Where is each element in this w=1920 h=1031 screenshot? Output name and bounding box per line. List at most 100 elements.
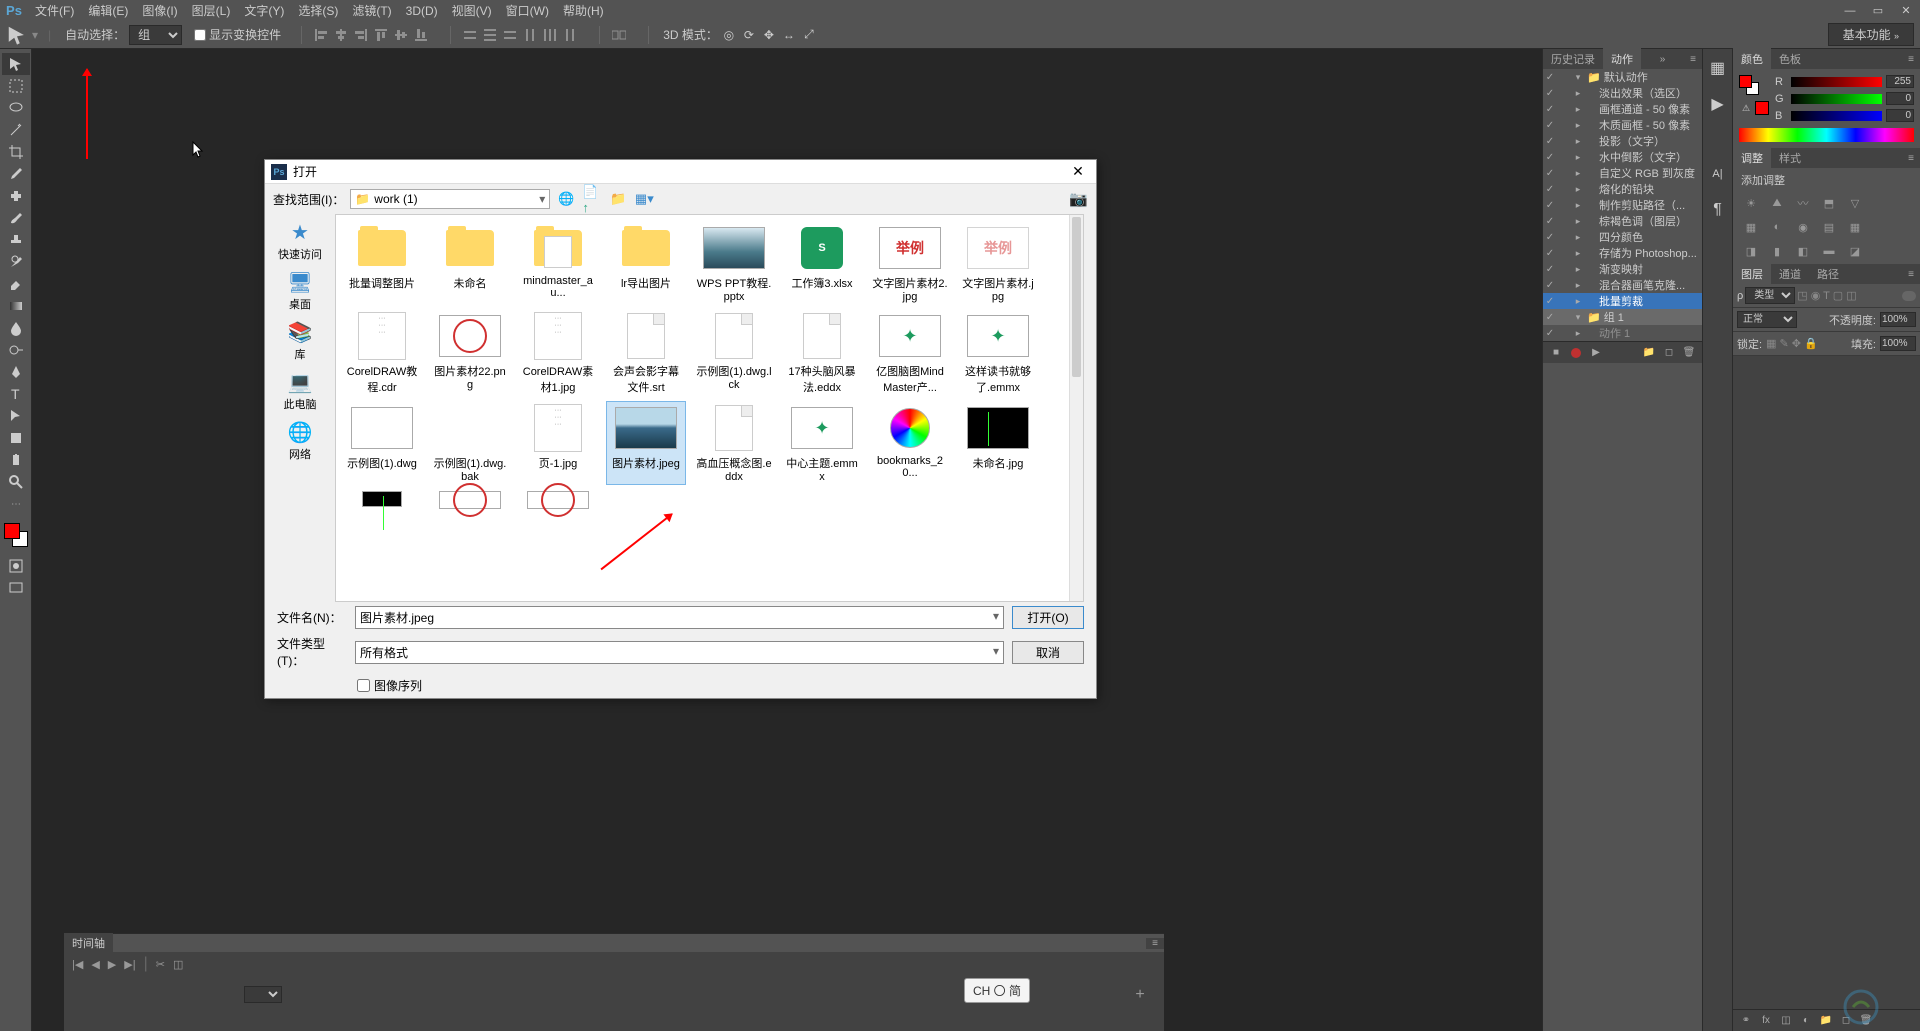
action-row[interactable]: ✓▸混合器画笔克隆... (1543, 277, 1702, 293)
file-scrollbar[interactable] (1069, 215, 1083, 601)
layers-empty-area[interactable] (1733, 356, 1920, 1009)
blend-mode[interactable]: 正常 (1737, 311, 1797, 328)
file-item[interactable]: mindmaster_au... (518, 221, 598, 305)
actions-dropdown-icon[interactable]: » (1654, 54, 1672, 65)
screenmode-tool[interactable] (2, 577, 30, 599)
dist-5[interactable] (541, 26, 559, 44)
open-button[interactable]: 打开(O) (1012, 606, 1084, 629)
adj-hue-icon[interactable]: ▦ (1741, 218, 1761, 236)
align-bottom[interactable] (412, 26, 430, 44)
action-row[interactable]: ✓▸四分颜色 (1543, 229, 1702, 245)
sidebar-quickaccess[interactable]: ★快速访问 (278, 220, 322, 262)
hand-tool[interactable] (2, 449, 30, 471)
dist-4[interactable] (521, 26, 539, 44)
actions-list[interactable]: ✓▾📁 默认动作✓▸淡出效果（选区）✓▸画框通道 - 50 像素✓▸木质画框 -… (1543, 69, 1702, 341)
b-value[interactable] (1886, 109, 1914, 122)
strip-play-icon[interactable]: ▶ (1707, 93, 1729, 115)
layers-menu-icon[interactable]: ≡ (1902, 269, 1920, 280)
adj-gradmap-icon[interactable]: ▬ (1819, 242, 1839, 260)
lasso-tool[interactable] (2, 97, 30, 119)
actions-menu-icon[interactable]: ≡ (1684, 54, 1702, 65)
healing-tool[interactable] (2, 185, 30, 207)
file-list[interactable]: 批量调整图片未命名mindmaster_au...lr导出图片WPS PPT教程… (335, 214, 1084, 602)
blur-tool[interactable] (2, 317, 30, 339)
filename-input[interactable]: 图片素材.jpeg▾ (355, 606, 1004, 629)
action-row[interactable]: ✓▸制作剪贴路径（... (1543, 197, 1702, 213)
back-button[interactable]: 🌐 (556, 189, 576, 209)
adj-exposure-icon[interactable]: ⬒ (1819, 194, 1839, 212)
history-brush-tool[interactable] (2, 251, 30, 273)
action-row[interactable]: ✓▸淡出效果（选区） (1543, 85, 1702, 101)
gradient-tool[interactable] (2, 295, 30, 317)
wand-tool[interactable] (2, 119, 30, 141)
file-item[interactable]: 示例图(1).dwg (342, 401, 422, 485)
action-row[interactable]: ✓▸熔化的铅块 (1543, 181, 1702, 197)
3d-roll[interactable]: ⟳ (740, 26, 758, 44)
timeline-add-button[interactable]: + (1130, 985, 1150, 1005)
file-item[interactable]: 会声会影字幕文件.srt (606, 309, 686, 397)
file-item[interactable]: ✦亿图脑图MindMaster产... (870, 309, 950, 397)
file-item[interactable]: 17种头脑风暴法.eddx (782, 309, 862, 397)
actions-tab[interactable]: 动作 (1603, 48, 1641, 70)
adj-selective-icon[interactable]: ◪ (1845, 242, 1865, 260)
timeline-cut[interactable]: ✂ (156, 958, 165, 971)
dodge-tool[interactable] (2, 339, 30, 361)
file-item[interactable]: 未命名.jpg (958, 401, 1038, 485)
menu-select[interactable]: 选择(S) (291, 0, 345, 22)
zoom-tool[interactable] (2, 471, 30, 493)
3d-pan[interactable]: ✥ (760, 26, 778, 44)
action-row[interactable]: ✓▸批量剪裁 (1543, 293, 1702, 309)
brush-tool[interactable] (2, 207, 30, 229)
dist-1[interactable] (461, 26, 479, 44)
action-row[interactable]: ✓▸自定义 RGB 到灰度 (1543, 165, 1702, 181)
menu-help[interactable]: 帮助(H) (556, 0, 611, 22)
color-tab[interactable]: 颜色 (1733, 48, 1771, 70)
color-menu-icon[interactable]: ≡ (1902, 54, 1920, 65)
file-item[interactable]: 图片素材.jpeg (606, 401, 686, 485)
r-slider[interactable] (1791, 77, 1882, 87)
cancel-button[interactable]: 取消 (1012, 641, 1084, 664)
file-item[interactable]: 未命名 (430, 221, 510, 305)
g-value[interactable] (1886, 92, 1914, 105)
dialog-close-button[interactable]: ✕ (1066, 163, 1090, 180)
action-newset[interactable]: 📁 (1640, 344, 1658, 362)
timeline-play[interactable]: ▶ (108, 958, 116, 971)
stamp-tool[interactable] (2, 229, 30, 251)
strip-char-icon[interactable]: A| (1707, 163, 1729, 185)
g-slider[interactable] (1791, 94, 1882, 104)
file-item[interactable]: ✦这样读书就够了.emmx (958, 309, 1038, 397)
path-select-tool[interactable] (2, 405, 30, 427)
adjustments-tab[interactable]: 调整 (1733, 147, 1771, 169)
file-item[interactable]: WPS PPT教程.pptx (694, 221, 774, 305)
timeline-first[interactable]: |◀ (72, 958, 83, 971)
foreground-color[interactable] (4, 523, 20, 539)
layer-link[interactable]: ⚭ (1737, 1012, 1755, 1030)
adj-photo-icon[interactable]: ◉ (1793, 218, 1813, 236)
file-item[interactable]: bookmarks_20... (870, 401, 950, 485)
adj-mixer-icon[interactable]: ▤ (1819, 218, 1839, 236)
window-minimize[interactable]: — (1836, 0, 1864, 21)
action-row[interactable]: ✓▸投影（文字） (1543, 133, 1702, 149)
timeline-prev[interactable]: ◀ (91, 958, 99, 971)
workspace-switcher[interactable]: 基本功能 » (1828, 23, 1914, 46)
color-swatches[interactable] (4, 523, 28, 547)
action-new[interactable]: ◻ (1660, 344, 1678, 362)
action-play[interactable]: ▶ (1587, 344, 1605, 362)
quickmask-tool[interactable] (2, 555, 30, 577)
file-item[interactable]: 示例图(1).dwg.lck (694, 309, 774, 397)
file-item[interactable]: 高血压概念图.eddx (694, 401, 774, 485)
action-row[interactable]: ✓▸存储为 Photoshop... (1543, 245, 1702, 261)
paths-tab[interactable]: 路径 (1809, 263, 1847, 285)
filter-toggle[interactable] (1902, 291, 1916, 301)
file-item[interactable]: ·········CorelDRAW素材1.jpg (518, 309, 598, 397)
3d-slide[interactable]: ↔ (780, 26, 798, 44)
file-item[interactable] (342, 489, 422, 509)
sidebar-libraries[interactable]: 📚库 (284, 320, 316, 362)
edit-toolbar[interactable]: ⋯ (2, 493, 30, 515)
timeline-mode-select[interactable] (244, 986, 282, 1003)
action-row[interactable]: ✓▸动作 1 (1543, 325, 1702, 341)
menu-image[interactable]: 图像(I) (135, 0, 184, 22)
adj-levels-icon[interactable]: ⛰ (1767, 194, 1787, 212)
swatches-tab[interactable]: 色板 (1771, 48, 1809, 70)
sidebar-thispc[interactable]: 💻此电脑 (284, 370, 317, 412)
